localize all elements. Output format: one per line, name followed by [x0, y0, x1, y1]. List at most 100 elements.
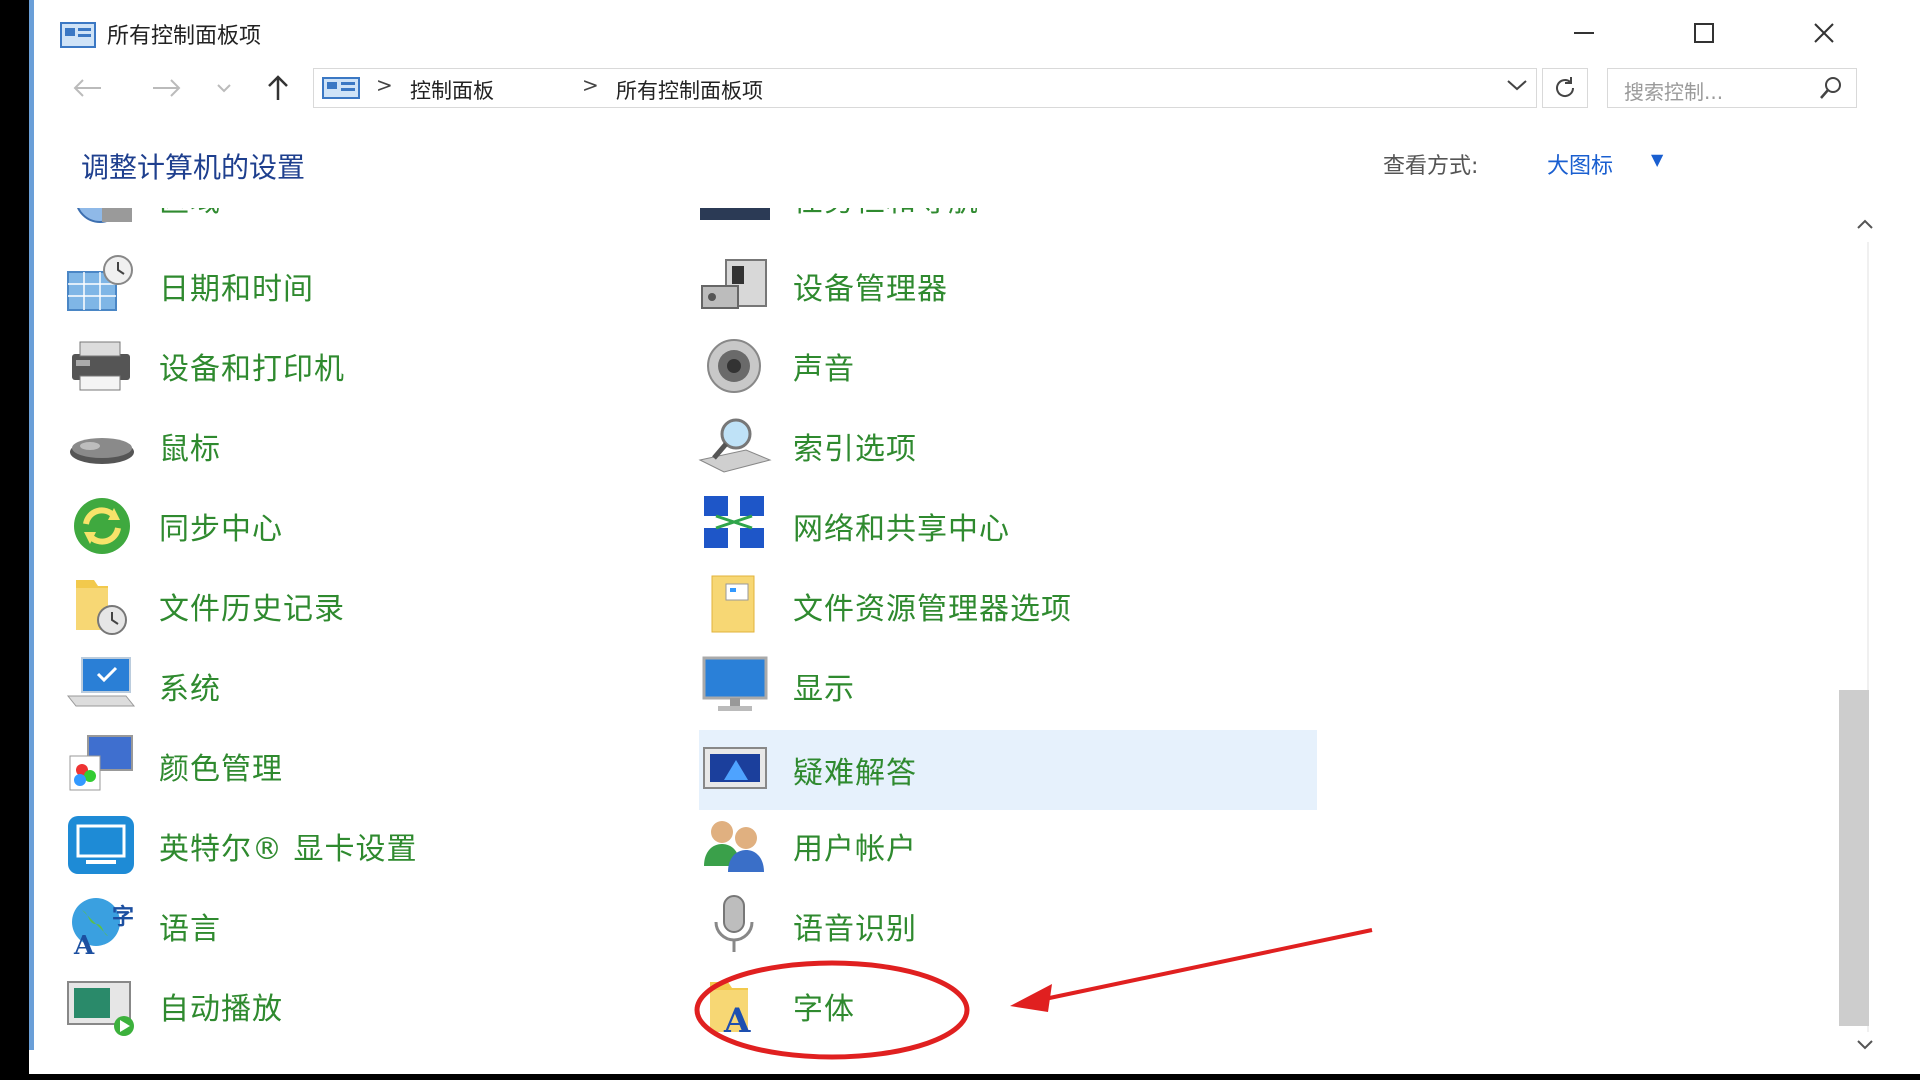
item-label: 鼠标: [159, 432, 221, 467]
control-panel-icon: [322, 77, 360, 99]
intel-graphics-icon: [68, 816, 134, 874]
system-icon: [66, 657, 136, 707]
language-icon: A字: [72, 898, 134, 960]
page-title: 调整计算机的设置: [81, 151, 306, 184]
search-input[interactable]: 搜索控制...: [1624, 76, 1723, 105]
search-box[interactable]: 搜索控制...: [1607, 68, 1857, 108]
item-label: 日期和时间: [159, 272, 314, 307]
chevron-down-icon: [1857, 1040, 1873, 1050]
chevron-up-icon: [1857, 219, 1873, 229]
up-button[interactable]: [256, 68, 300, 108]
item-user-accounts[interactable]: 用户帐户: [668, 806, 1288, 884]
back-button[interactable]: [66, 68, 110, 108]
item-speech-recognition[interactable]: 语音识别: [668, 886, 1288, 964]
item-color-management[interactable]: 颜色管理: [34, 726, 634, 804]
window-title: 所有控制面板项: [107, 24, 262, 49]
item-label: 显示: [793, 672, 855, 707]
file-history-icon: [76, 580, 127, 635]
arrow-right-icon: [153, 79, 181, 97]
item-label: 用户帐户: [793, 832, 917, 867]
item-intel-graphics[interactable]: 英特尔® 显卡设置: [34, 806, 634, 884]
view-by-label: 查看方式:: [1383, 154, 1479, 179]
folder-options-icon: [711, 575, 755, 633]
breadcrumb-separator: >: [582, 73, 599, 97]
microphone-icon: [714, 895, 754, 952]
screen-bottom-edge: [0, 1074, 1920, 1080]
network-icon: [704, 496, 764, 548]
user-accounts-icon: [704, 821, 764, 872]
device-manager-icon: [701, 259, 767, 309]
region-icon: [77, 208, 132, 223]
item-taskbar-navigation[interactable]: 任务栏和导航: [668, 208, 1288, 236]
item-sync-center[interactable]: 同步中心: [34, 486, 634, 564]
item-system[interactable]: 系统: [34, 646, 634, 724]
item-mouse[interactable]: 鼠标: [34, 406, 634, 484]
item-label: 设备管理器: [793, 272, 948, 307]
item-display[interactable]: 显示: [668, 646, 1288, 724]
item-label: 网络和共享中心: [793, 512, 1010, 547]
close-icon: [1814, 23, 1834, 43]
breadcrumb-control-panel[interactable]: 控制面板: [410, 75, 494, 105]
control-panel-icon: [60, 22, 96, 48]
refresh-button[interactable]: [1542, 68, 1588, 108]
troubleshooting-icon: [703, 747, 767, 789]
address-dropdown-button[interactable]: [1506, 73, 1528, 98]
scroll-down-button[interactable]: [1848, 1034, 1882, 1058]
date-time-icon: [67, 255, 133, 311]
close-button[interactable]: [1789, 10, 1859, 56]
item-label: 索引选项: [793, 432, 917, 467]
caret-down-icon[interactable]: ▼: [1651, 150, 1663, 169]
sync-icon: [74, 498, 130, 554]
autoplay-icon: [67, 981, 134, 1036]
item-fonts[interactable]: A 字体: [668, 966, 1288, 1044]
item-file-history[interactable]: 文件历史记录: [34, 566, 634, 644]
forward-button[interactable]: [144, 68, 188, 108]
scroll-up-button[interactable]: [1848, 214, 1882, 240]
item-label: 区域: [159, 208, 221, 220]
address-bar[interactable]: > 控制面板 > 所有控制面板项: [313, 68, 1537, 108]
item-date-time[interactable]: 日期和时间: [34, 246, 634, 324]
item-region[interactable]: 区域: [34, 208, 634, 236]
breadcrumb-separator: >: [376, 73, 393, 97]
arrow-left-icon: [73, 79, 101, 97]
recent-locations-button[interactable]: [202, 68, 246, 108]
navigation-bar: > 控制面板 > 所有控制面板项 搜索控制...: [34, 64, 1920, 112]
scrollbar-thumb[interactable]: [1839, 690, 1869, 1026]
maximize-button[interactable]: [1669, 10, 1739, 56]
item-label: 声音: [793, 352, 855, 387]
item-indexing-options[interactable]: 索引选项: [668, 406, 1288, 484]
item-sound[interactable]: 声音: [668, 326, 1288, 404]
svg-text:A: A: [723, 1001, 751, 1040]
svg-text:A: A: [73, 931, 95, 960]
display-icon: [702, 656, 768, 711]
item-troubleshooting[interactable]: 疑难解答: [699, 730, 1317, 810]
item-label: 语言: [159, 912, 221, 947]
item-language[interactable]: A字 语言: [34, 886, 634, 964]
view-by-dropdown[interactable]: 大图标: [1547, 148, 1613, 180]
chevron-down-icon: [217, 84, 231, 93]
item-label: 文件历史记录: [159, 592, 345, 627]
item-devices-printers[interactable]: 设备和打印机: [34, 326, 634, 404]
item-label: 语音识别: [793, 912, 917, 947]
refresh-icon: [1556, 77, 1575, 97]
breadcrumb-all-items[interactable]: 所有控制面板项: [616, 75, 763, 105]
control-panel-items: 区域 日期和时间 设备和打印机 鼠标 同步中心 文件历史记录 系统 颜色管理: [34, 208, 1839, 1060]
color-management-icon: [69, 735, 133, 791]
minimize-button[interactable]: [1549, 10, 1619, 56]
svg-text:字: 字: [112, 904, 134, 930]
printer-icon: [72, 341, 130, 391]
item-device-manager[interactable]: 设备管理器: [668, 246, 1288, 324]
item-label: 字体: [793, 992, 855, 1027]
item-label: 疑难解答: [793, 756, 917, 791]
item-autoplay[interactable]: 自动播放: [34, 966, 634, 1044]
item-file-explorer-options[interactable]: 文件资源管理器选项: [668, 566, 1288, 644]
item-label: 任务栏和导航: [793, 208, 979, 220]
control-panel-window: 所有控制面板项 > 控制面板 > 所有控制面板项 搜索控制... 调整计算机的设…: [29, 0, 1920, 1080]
search-icon[interactable]: [1818, 75, 1844, 101]
mouse-icon: [70, 438, 134, 464]
item-label: 英特尔® 显卡设置: [159, 832, 418, 867]
fonts-icon: A: [710, 982, 751, 1040]
minimize-icon: [1574, 32, 1594, 34]
item-network-sharing[interactable]: 网络和共享中心: [668, 486, 1288, 564]
item-label: 系统: [159, 672, 221, 707]
